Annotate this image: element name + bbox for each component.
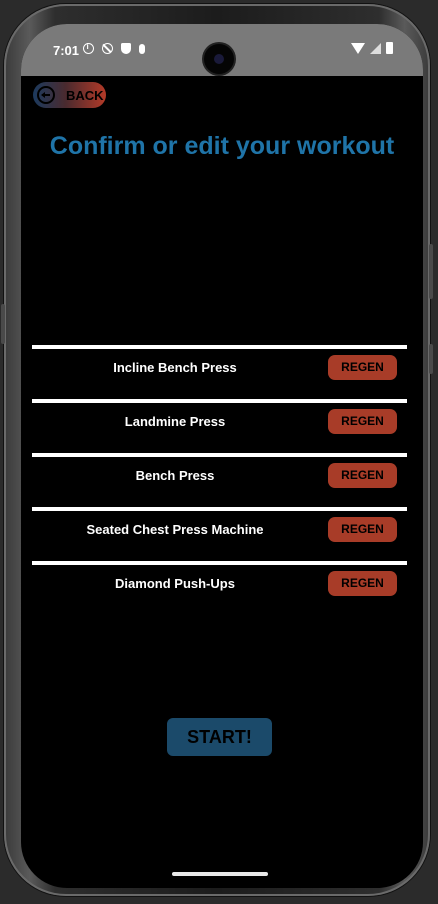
row-divider	[32, 561, 407, 565]
shield-icon	[121, 43, 131, 54]
start-button[interactable]: START!	[167, 718, 272, 756]
exercise-row: Seated Chest Press Machine REGEN	[32, 507, 407, 561]
do-not-disturb-icon	[102, 43, 113, 54]
regen-button[interactable]: REGEN	[328, 463, 397, 488]
row-divider	[32, 345, 407, 349]
status-bar: 7:01	[21, 24, 423, 76]
exercise-name: Seated Chest Press Machine	[86, 522, 264, 537]
phone-frame: 7:01 BACK Confirm or edit your workout	[1, 4, 433, 896]
info-icon	[83, 42, 94, 54]
row-divider	[32, 507, 407, 511]
app-screen: 7:01 BACK Confirm or edit your workout	[21, 24, 423, 888]
signal-icon	[370, 43, 381, 54]
front-camera	[204, 44, 234, 74]
wifi-icon	[351, 43, 365, 54]
side-button	[1, 304, 5, 344]
exercise-row: Bench Press REGEN	[32, 453, 407, 507]
power-button	[429, 344, 433, 374]
regen-button[interactable]: REGEN	[328, 409, 397, 434]
exercise-name: Diamond Push-Ups	[115, 576, 235, 591]
regen-button[interactable]: REGEN	[328, 571, 397, 596]
home-indicator[interactable]	[172, 872, 268, 876]
row-divider	[32, 399, 407, 403]
status-time: 7:01	[53, 43, 80, 58]
page-title: Confirm or edit your workout	[49, 132, 395, 160]
exercise-row: Incline Bench Press REGEN	[32, 345, 407, 399]
exercise-name: Landmine Press	[124, 414, 226, 429]
back-arrow-icon	[37, 86, 55, 104]
exercise-name: Bench Press	[135, 468, 215, 483]
mic-icon	[139, 43, 145, 54]
exercise-name: Incline Bench Press	[113, 360, 237, 375]
exercise-row: Landmine Press REGEN	[32, 399, 407, 453]
exercise-row: Diamond Push-Ups REGEN	[32, 561, 407, 615]
regen-button[interactable]: REGEN	[328, 355, 397, 380]
battery-icon	[386, 42, 393, 54]
regen-button[interactable]: REGEN	[328, 517, 397, 542]
exercise-list: Incline Bench Press REGEN Landmine Press…	[32, 345, 407, 615]
row-divider	[32, 453, 407, 457]
volume-button	[429, 244, 433, 299]
system-icons	[351, 42, 393, 54]
back-label: BACK	[66, 88, 104, 103]
back-button[interactable]: BACK	[33, 82, 106, 108]
notification-icons	[83, 42, 145, 54]
